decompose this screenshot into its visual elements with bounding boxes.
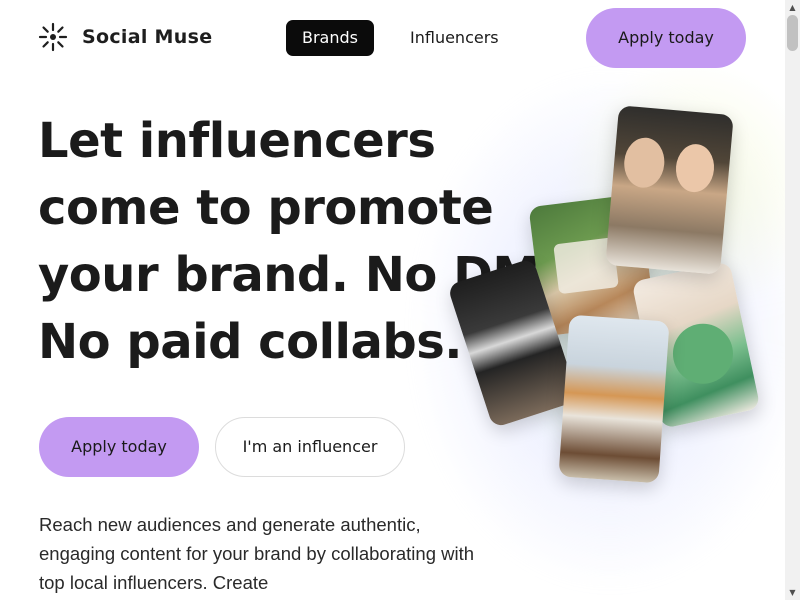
header-apply-button[interactable]: Apply today [586, 8, 746, 68]
site-header: Social Muse Brands Influencers Apply tod… [0, 0, 785, 76]
headline-line-4: No paid collabs. [38, 314, 463, 370]
page-scrollbar[interactable]: ▲ ▼ [785, 0, 800, 600]
hero-headline: Let influencers come to promote your bra… [38, 108, 586, 376]
scroll-up-arrow-icon[interactable]: ▲ [785, 0, 800, 15]
landing-page: Social Muse Brands Influencers Apply tod… [0, 0, 785, 600]
hero-apply-button[interactable]: Apply today [39, 417, 199, 477]
brand-name: Social Muse [82, 26, 213, 48]
collage-photo-friends [605, 105, 734, 275]
main-nav: Brands Influencers [286, 20, 515, 56]
collage-photo-drink [558, 314, 670, 484]
hero-description: Reach new audiences and generate authent… [39, 514, 475, 593]
nav-tab-brands[interactable]: Brands [286, 20, 374, 56]
influencer-button[interactable]: I'm an influencer [215, 417, 405, 477]
brand-logo[interactable]: Social Muse [38, 22, 212, 52]
scroll-thumb[interactable] [787, 15, 798, 51]
sun-burst-icon [38, 22, 68, 52]
headline-line-2: come to promote [38, 180, 494, 236]
headline-line-1: Let influencers [38, 113, 436, 169]
scroll-down-arrow-icon[interactable]: ▼ [785, 585, 800, 600]
hero-cta-row: Apply today I'm an influencer [39, 417, 405, 477]
nav-tab-influencers[interactable]: Influencers [394, 20, 515, 56]
headline-line-3: your brand. No DMs. [38, 247, 586, 303]
